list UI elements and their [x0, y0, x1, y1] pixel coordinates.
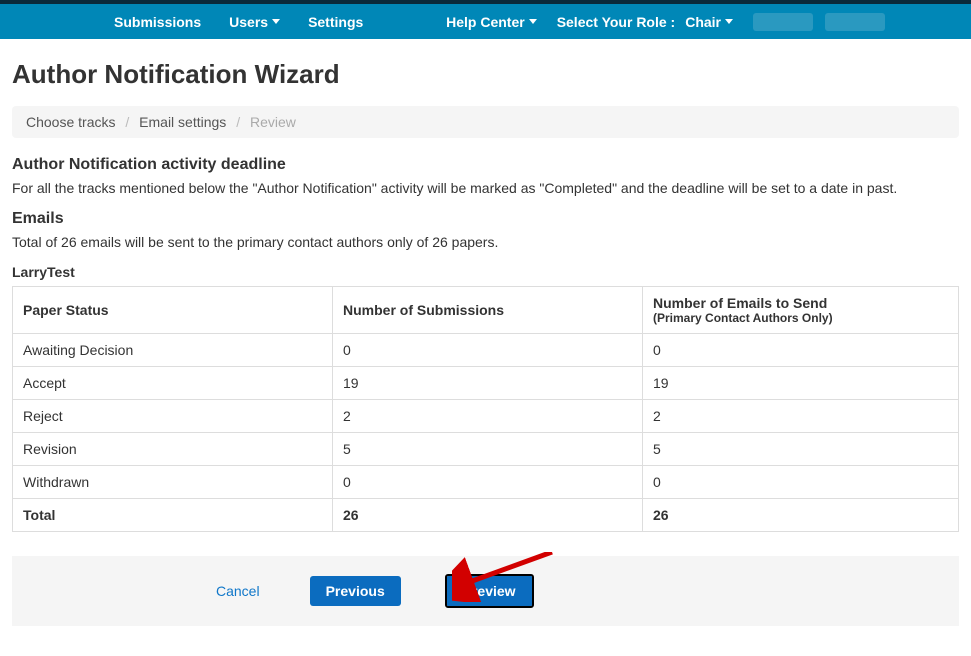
col-header-emails: Number of Emails to Send (Primary Contac…	[643, 287, 959, 334]
button-group: Previous Preview	[300, 574, 534, 608]
table-row: Awaiting Decision00	[13, 334, 959, 367]
col-header-emails-main: Number of Emails to Send	[653, 295, 827, 311]
crumb-step2[interactable]: Email settings	[139, 114, 226, 130]
nav-help-center[interactable]: Help Center	[432, 14, 551, 30]
table-cell-emails: 0	[643, 466, 959, 499]
table-cell-emails: 5	[643, 433, 959, 466]
col-header-emails-sub: (Primary Contact Authors Only)	[653, 311, 948, 325]
caret-down-icon	[725, 19, 733, 24]
table-row: Withdrawn00	[13, 466, 959, 499]
table-cell-subs: 2	[333, 400, 643, 433]
nav-help-center-label: Help Center	[446, 14, 525, 30]
table-cell-subs: 19	[333, 367, 643, 400]
nav-submissions-label: Submissions	[114, 14, 201, 30]
table-cell-status: Accept	[13, 367, 333, 400]
breadcrumb-sep: /	[125, 114, 129, 130]
nav-settings[interactable]: Settings	[294, 14, 377, 30]
breadcrumb: Choose tracks / Email settings / Review	[12, 106, 959, 138]
nav-placeholder	[825, 13, 885, 31]
nav-users-label: Users	[229, 14, 268, 30]
content: Author Notification Wizard Choose tracks…	[0, 39, 971, 656]
table-cell-subs: 0	[333, 334, 643, 367]
footer-bar: Cancel Previous Preview	[12, 556, 959, 626]
table-cell-emails: 19	[643, 367, 959, 400]
page-title: Author Notification Wizard	[12, 59, 959, 90]
table-row: Revision55	[13, 433, 959, 466]
table-cell-status: Withdrawn	[13, 466, 333, 499]
nav-settings-label: Settings	[308, 14, 363, 30]
table-cell-status: Reject	[13, 400, 333, 433]
track-name: LarryTest	[12, 264, 959, 280]
navbar: Submissions Users Settings Help Center S…	[0, 4, 971, 39]
preview-button[interactable]: Preview	[445, 574, 534, 608]
breadcrumb-sep: /	[236, 114, 240, 130]
table-row: Accept1919	[13, 367, 959, 400]
nav-right: Help Center Select Your Role : Chair	[432, 13, 891, 31]
table-cell-subs: 5	[333, 433, 643, 466]
nav-role-select[interactable]: Chair	[681, 14, 747, 30]
caret-down-icon	[272, 19, 280, 24]
previous-button[interactable]: Previous	[310, 576, 401, 606]
deadline-text: For all the tracks mentioned below the "…	[12, 180, 959, 196]
table-total-row: Total 26 26	[13, 499, 959, 532]
table-header-row: Paper Status Number of Submissions Numbe…	[13, 287, 959, 334]
crumb-step1[interactable]: Choose tracks	[26, 114, 115, 130]
nav-role-value: Chair	[685, 14, 721, 30]
footer-inner: Cancel Previous Preview	[216, 574, 534, 608]
cancel-link[interactable]: Cancel	[216, 583, 260, 599]
col-header-subs: Number of Submissions	[333, 287, 643, 334]
total-subs: 26	[333, 499, 643, 532]
summary-table: Paper Status Number of Submissions Numbe…	[12, 286, 959, 532]
role-label: Select Your Role :	[551, 14, 682, 30]
nav-submissions[interactable]: Submissions	[100, 14, 215, 30]
total-label: Total	[13, 499, 333, 532]
nav-placeholder	[753, 13, 813, 31]
table-cell-subs: 0	[333, 466, 643, 499]
col-header-status: Paper Status	[13, 287, 333, 334]
nav-users[interactable]: Users	[215, 14, 294, 30]
table-cell-emails: 2	[643, 400, 959, 433]
crumb-step3: Review	[250, 114, 296, 130]
nav-left: Submissions Users Settings	[100, 14, 377, 30]
table-row: Reject22	[13, 400, 959, 433]
table-cell-emails: 0	[643, 334, 959, 367]
caret-down-icon	[529, 19, 537, 24]
emails-text: Total of 26 emails will be sent to the p…	[12, 234, 959, 250]
total-emails: 26	[643, 499, 959, 532]
table-cell-status: Awaiting Decision	[13, 334, 333, 367]
emails-header: Emails	[12, 210, 959, 228]
deadline-header: Author Notification activity deadline	[12, 156, 959, 174]
table-cell-status: Revision	[13, 433, 333, 466]
